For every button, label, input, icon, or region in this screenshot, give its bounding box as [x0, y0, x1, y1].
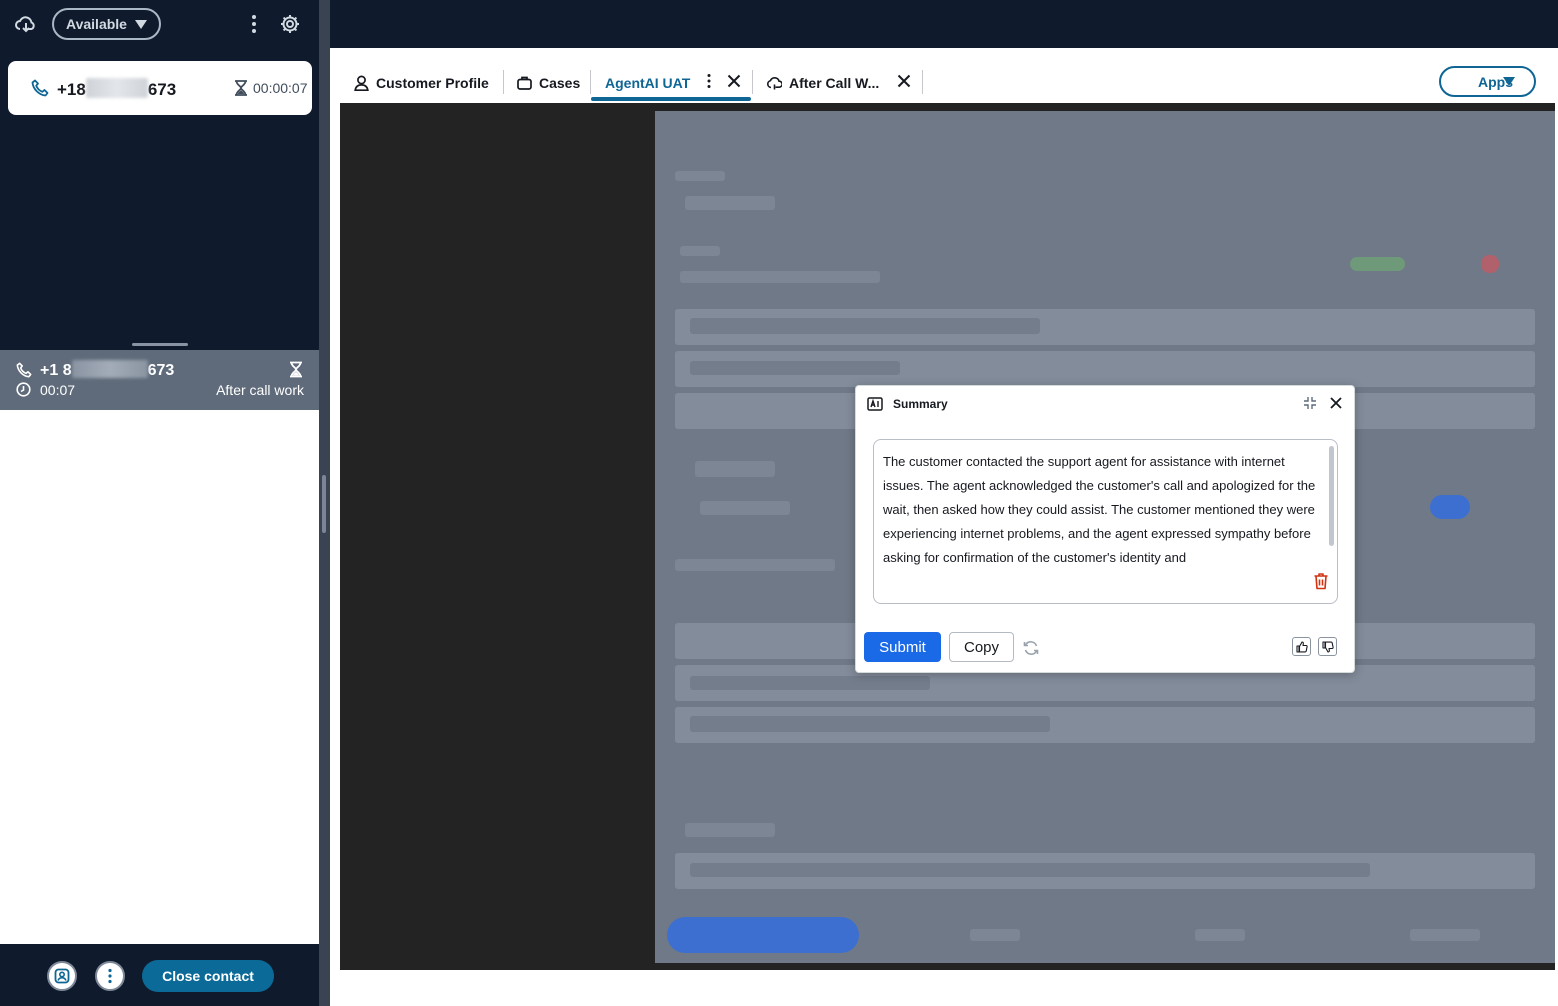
blurred-element — [685, 196, 775, 210]
phone-prefix: +1 8 — [40, 362, 72, 379]
acw-state-label: After call work — [216, 382, 304, 398]
tab-label: Cases — [539, 75, 581, 91]
apps-dropdown[interactable]: Apps — [1439, 66, 1536, 97]
user-icon — [354, 75, 369, 91]
phone-icon — [31, 79, 49, 97]
blurred-element — [690, 716, 1050, 732]
tab-label: AgentAI UAT — [605, 75, 691, 91]
acw-phone-number: +1 8 673 — [40, 360, 174, 380]
tab-more-icon[interactable] — [706, 73, 712, 89]
more-options-icon[interactable] — [244, 12, 264, 36]
tab-cases[interactable]: Cases — [517, 72, 580, 94]
blurred-element — [675, 171, 725, 181]
contact-card-icon — [54, 968, 70, 984]
active-tab-indicator — [591, 97, 751, 101]
close-icon[interactable] — [897, 74, 911, 88]
phone-prefix: +18 — [57, 80, 86, 99]
hourglass-icon — [290, 361, 302, 378]
agent-bottom-bar: Close contact — [0, 944, 319, 1006]
tab-agentai-uat[interactable]: AgentAI UAT — [605, 72, 690, 94]
redacted-digits — [71, 360, 148, 378]
scrollbar[interactable] — [1329, 446, 1334, 546]
tab-separator — [922, 70, 923, 94]
copy-button[interactable]: Copy — [949, 632, 1014, 662]
content-footer — [330, 970, 1558, 1006]
dialog-title: Summary — [893, 397, 948, 411]
blurred-element — [700, 501, 790, 515]
blurred-element — [680, 271, 880, 283]
summary-text: The customer contacted the support agent… — [883, 454, 1316, 565]
blurred-element — [690, 676, 930, 690]
top-header-bar — [330, 0, 1558, 48]
phone-icon — [16, 362, 32, 378]
blurred-element — [667, 917, 859, 953]
summary-textarea[interactable]: The customer contacted the support agent… — [873, 439, 1338, 604]
briefcase-icon — [517, 76, 532, 90]
close-icon[interactable] — [1329, 396, 1343, 410]
summary-dialog: Summary The customer contacted the suppo… — [855, 385, 1355, 673]
active-contact-card[interactable]: +18 673 00:00:07 — [8, 61, 312, 115]
tab-label: Customer Profile — [376, 75, 489, 91]
clock-icon — [16, 382, 31, 397]
blurred-element — [1481, 255, 1499, 273]
more-actions-button[interactable] — [95, 961, 125, 991]
vertical-resize-handle[interactable] — [322, 475, 326, 533]
redacted-digits — [85, 78, 148, 98]
tab-separator — [752, 70, 753, 94]
contact-timer: 00:00:07 — [253, 80, 308, 96]
cloud-status-icon — [15, 16, 35, 33]
status-dropdown[interactable]: Available — [52, 8, 161, 40]
app-tabs-bar: Customer Profile Cases AgentAI UAT After… — [330, 48, 1558, 103]
agent-top-bar: Available — [0, 0, 319, 48]
status-label: Available — [66, 16, 127, 32]
tab-separator — [503, 70, 504, 94]
submit-button[interactable]: Submit — [864, 632, 941, 662]
resize-handle[interactable] — [132, 343, 188, 346]
refresh-icon[interactable] — [1022, 639, 1040, 657]
tab-separator — [590, 70, 591, 94]
blurred-element — [690, 318, 1040, 334]
blurred-element — [690, 863, 1370, 877]
blurred-element — [1430, 495, 1470, 519]
collapse-icon[interactable] — [1303, 396, 1317, 410]
close-contact-button[interactable]: Close contact — [142, 960, 274, 992]
chevron-down-icon — [1503, 77, 1515, 86]
blurred-element — [675, 559, 835, 571]
blurred-element — [1410, 929, 1480, 941]
blurred-element — [680, 246, 720, 256]
ai-icon — [867, 397, 883, 411]
chevron-down-icon — [135, 20, 147, 29]
thumbs-down-icon — [1321, 640, 1334, 653]
blurred-element — [685, 823, 775, 837]
contact-phone-number: +18 673 — [57, 78, 176, 100]
acw-contact-row[interactable]: +1 8 673 00:07 After call work — [0, 350, 319, 410]
contact-card-button[interactable] — [47, 961, 77, 991]
gear-icon[interactable] — [279, 13, 301, 35]
close-icon[interactable] — [727, 74, 741, 88]
blurred-element — [970, 929, 1020, 941]
blurred-element — [1350, 257, 1405, 271]
cloud-chat-icon — [767, 77, 782, 90]
more-options-icon — [108, 968, 112, 984]
blurred-element — [695, 461, 775, 477]
agent-panel: Available +18 673 00:00:07 — [0, 0, 319, 338]
tab-label: After Call W... — [789, 75, 880, 91]
tab-customer-profile[interactable]: Customer Profile — [354, 72, 489, 94]
phone-suffix: 673 — [147, 80, 177, 99]
hourglass-icon — [235, 80, 247, 96]
trash-icon[interactable] — [1313, 572, 1329, 590]
blurred-element — [1195, 929, 1245, 941]
acw-elapsed-time: 00:07 — [40, 382, 76, 398]
thumbs-down-button[interactable] — [1318, 637, 1337, 656]
thumbs-up-icon — [1295, 640, 1308, 653]
thumbs-up-button[interactable] — [1292, 637, 1311, 656]
tab-after-call-work[interactable]: After Call W... — [767, 72, 879, 94]
blurred-element — [690, 361, 900, 375]
phone-suffix: 673 — [147, 362, 175, 379]
